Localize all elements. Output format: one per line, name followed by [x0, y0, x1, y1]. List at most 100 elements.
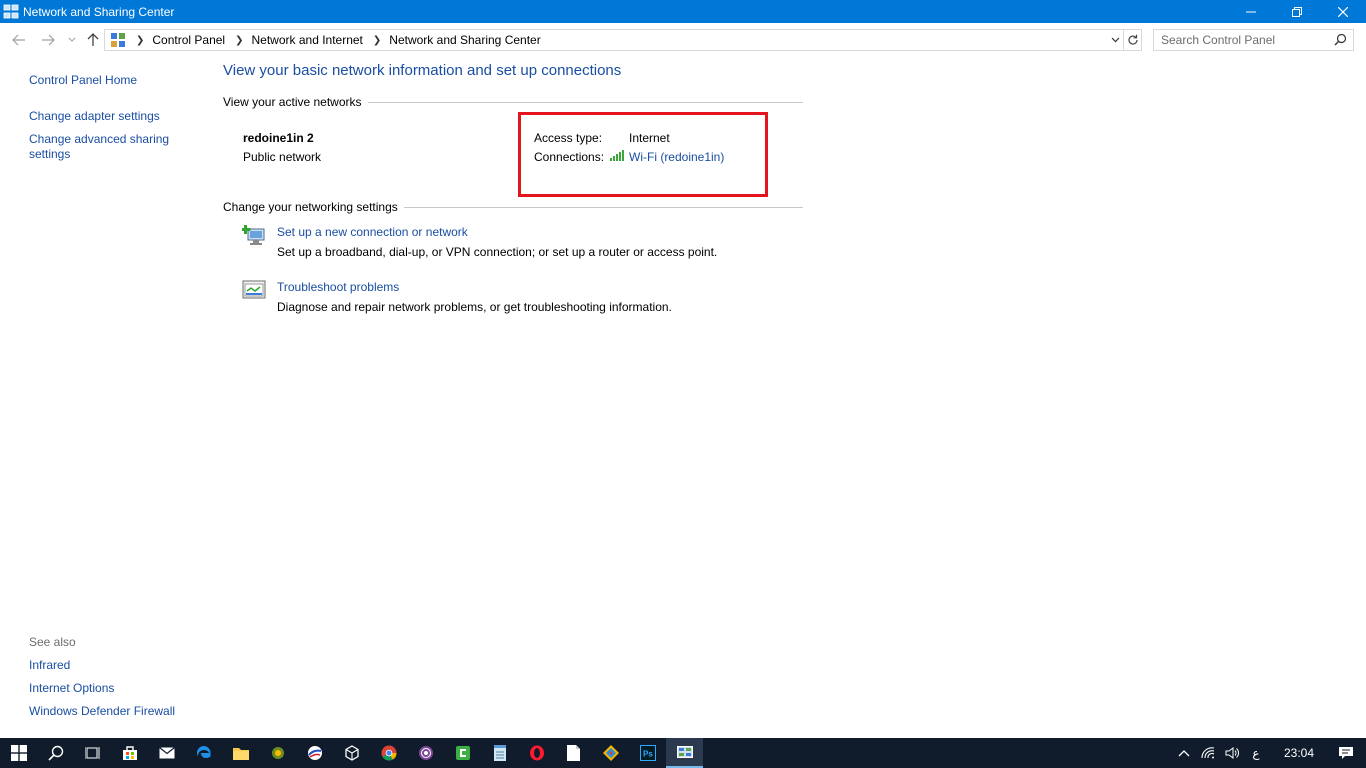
network-name: redoine1in 2 — [243, 131, 314, 145]
ball-app-icon — [307, 746, 322, 760]
forward-arrow-icon[interactable] — [39, 31, 57, 49]
network-type-link: Public network — [243, 150, 322, 164]
set-up-new-connection-link[interactable]: Set up a new connection or network — [277, 225, 468, 239]
address-dropdown-chevron-icon[interactable] — [1107, 30, 1123, 50]
address-bar[interactable]: ❯ Control Panel ❯ Network and Internet ❯… — [104, 29, 1124, 51]
edge-browser-icon — [196, 746, 211, 758]
change-adapter-settings-link[interactable]: Change adapter settings — [29, 109, 160, 124]
active-networks-header-label: View your active networks — [223, 95, 362, 109]
app-button-16[interactable] — [592, 738, 629, 768]
network-center-icon — [3, 4, 19, 20]
networking-settings-header-label: Change your networking settings — [223, 200, 398, 214]
camtasia-icon — [455, 746, 470, 760]
breadcrumb-network-and-sharing-center[interactable]: Network and Sharing Center — [389, 33, 540, 47]
volume-icon[interactable] — [1220, 738, 1244, 768]
search-icon — [47, 745, 63, 761]
recent-locations-chevron-icon[interactable] — [63, 31, 81, 49]
control-panel-icon — [676, 746, 693, 758]
chevron-right-icon[interactable]: ❯ — [235, 35, 243, 46]
up-arrow-icon[interactable] — [84, 31, 102, 49]
virtualbox-icon — [344, 745, 359, 761]
tor-browser-icon — [418, 746, 433, 760]
task-view-icon — [84, 747, 99, 759]
task-view-button[interactable] — [74, 738, 111, 768]
divider — [367, 101, 803, 103]
control-panel-taskbar-button[interactable] — [666, 738, 703, 768]
network-app-icon — [271, 747, 284, 759]
chrome-icon — [381, 745, 397, 761]
chrome-app-button[interactable] — [370, 738, 407, 768]
connections-label: Connections: — [534, 150, 605, 164]
folder-icon — [232, 748, 249, 760]
breadcrumb-network-and-internet[interactable]: Network and Internet — [252, 33, 363, 47]
windows-logo-icon — [10, 745, 27, 761]
camtasia-app-button[interactable] — [444, 738, 481, 768]
store-icon — [122, 746, 137, 760]
wifi-connection-link[interactable]: Wi-Fi (redoine1in) — [629, 150, 724, 164]
control-panel-icon — [110, 32, 126, 48]
windows-defender-firewall-link[interactable]: Windows Defender Firewall — [29, 704, 175, 719]
breadcrumb-control-panel[interactable]: Control Panel — [152, 33, 225, 47]
action-center-icon[interactable] — [1326, 738, 1366, 768]
edge-app-button[interactable] — [185, 738, 222, 768]
opera-icon — [529, 745, 544, 761]
search-taskbar-button[interactable] — [37, 738, 74, 768]
refresh-button[interactable] — [1124, 29, 1142, 51]
show-hidden-icons-chevron-icon[interactable] — [1172, 738, 1196, 768]
tor-app-button[interactable] — [407, 738, 444, 768]
clock[interactable]: 23:04 — [1284, 746, 1314, 760]
svg-text:Ps: Ps — [643, 750, 653, 759]
search-box[interactable] — [1153, 29, 1354, 51]
troubleshoot-problems-link[interactable]: Troubleshoot problems — [277, 280, 399, 294]
back-arrow-icon[interactable] — [10, 31, 28, 49]
notepad-icon — [493, 745, 506, 761]
diamond-app-icon — [602, 745, 619, 761]
troubleshoot-problems-description: Diagnose and repair network problems, or… — [277, 300, 672, 314]
notepad-app-button[interactable] — [481, 738, 518, 768]
minimize-button[interactable] — [1228, 0, 1274, 23]
store-app-button[interactable] — [111, 738, 148, 768]
document-app-button[interactable] — [555, 738, 592, 768]
access-type-value: Internet — [629, 131, 670, 145]
refresh-icon — [1127, 34, 1138, 45]
control-panel-home-link[interactable]: Control Panel Home — [29, 73, 137, 88]
chevron-right-icon: ❯ — [136, 34, 145, 46]
document-icon — [567, 745, 580, 761]
troubleshoot-icon[interactable] — [242, 278, 266, 302]
page-title: View your basic network information and … — [223, 62, 622, 79]
window-title: Network and Sharing Center — [23, 4, 175, 19]
left-pane: Control Panel Home Change adapter settin… — [0, 57, 215, 738]
wifi-tray-icon[interactable] — [1196, 738, 1220, 768]
app-button-9[interactable] — [333, 738, 370, 768]
mail-icon — [158, 747, 175, 759]
title-bar: Network and Sharing Center — [0, 0, 1366, 23]
divider — [403, 206, 803, 208]
change-advanced-sharing-settings-link[interactable]: Change advanced sharing settings — [29, 132, 179, 162]
restore-button[interactable] — [1274, 0, 1320, 23]
system-tray: ع 23:04 — [1172, 738, 1366, 768]
search-input[interactable] — [1161, 33, 1331, 47]
search-icon[interactable] — [1334, 33, 1347, 49]
infrared-link[interactable]: Infrared — [29, 658, 70, 673]
networking-settings-header: Change your networking settings — [223, 200, 803, 214]
internet-options-link[interactable]: Internet Options — [29, 681, 114, 696]
navigation-bar: ❯ Control Panel ❯ Network and Internet ❯… — [0, 23, 1366, 57]
photoshop-icon: Ps — [639, 745, 656, 761]
language-indicator[interactable]: ع — [1244, 738, 1268, 768]
file-explorer-button[interactable] — [222, 738, 259, 768]
see-also-label: See also — [29, 635, 76, 649]
mail-app-button[interactable] — [148, 738, 185, 768]
app-button-8[interactable] — [296, 738, 333, 768]
set-up-new-connection-description: Set up a broadband, dial-up, or VPN conn… — [277, 245, 718, 259]
wifi-signal-icon — [610, 149, 626, 164]
start-button[interactable] — [0, 738, 37, 768]
access-type-label: Access type: — [534, 131, 603, 145]
taskbar: Ps ع 23:04 — [0, 738, 1366, 768]
photoshop-app-button[interactable]: Ps — [629, 738, 666, 768]
active-networks-header: View your active networks — [223, 95, 803, 109]
app-button-7[interactable] — [259, 738, 296, 768]
chevron-right-icon[interactable]: ❯ — [373, 35, 381, 46]
opera-app-button[interactable] — [518, 738, 555, 768]
new-connection-icon[interactable] — [241, 223, 266, 247]
close-button[interactable] — [1320, 0, 1366, 23]
